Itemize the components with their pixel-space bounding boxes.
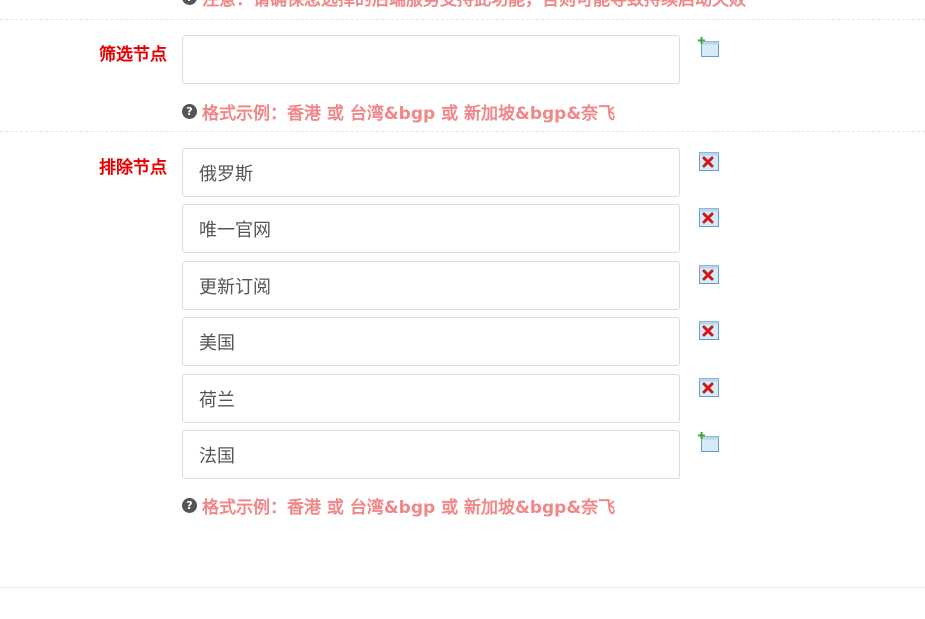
exclude-node-input[interactable] xyxy=(182,374,680,423)
remove-icon[interactable] xyxy=(698,320,720,341)
question-circle-icon: ? xyxy=(182,0,197,5)
remove-icon[interactable] xyxy=(698,207,720,228)
exclude-node-input[interactable] xyxy=(182,430,680,479)
top-note: ? 注意：请确保您选择的后端服务支持此功能，否则可能导致持续启动失败 xyxy=(182,0,925,8)
exclude-nodes-label: 排除节点 xyxy=(99,158,167,178)
question-circle-icon: ? xyxy=(182,498,197,513)
exclude-node-input[interactable] xyxy=(182,148,680,197)
filter-nodes-label: 筛选节点 xyxy=(99,45,167,65)
top-note-text: 注意：请确保您选择的后端服务支持此功能，否则可能导致持续启动失败 xyxy=(202,0,746,8)
filter-nodes-hint-text: 格式示例：香港 或 台湾&bgp 或 新加坡&bgp&奈飞 xyxy=(202,104,616,124)
add-icon[interactable] xyxy=(698,432,720,453)
remove-icon[interactable] xyxy=(698,151,720,172)
exclude-node-input[interactable] xyxy=(182,261,680,310)
divider xyxy=(0,131,925,132)
filter-nodes-hint: ? 格式示例：香港 或 台湾&bgp 或 新加坡&bgp&奈飞 xyxy=(182,99,615,124)
remove-icon[interactable] xyxy=(698,377,720,398)
add-icon[interactable] xyxy=(698,37,720,58)
filter-nodes-input[interactable] xyxy=(182,35,680,84)
exclude-nodes-hint: ? 格式示例：香港 或 台湾&bgp 或 新加坡&bgp&奈飞 xyxy=(182,493,615,518)
question-circle-icon: ? xyxy=(182,104,197,119)
divider xyxy=(0,19,925,20)
divider xyxy=(0,587,925,588)
exclude-node-input[interactable] xyxy=(182,204,680,253)
settings-form: ? 注意：请确保您选择的后端服务支持此功能，否则可能导致持续启动失败 筛选节点 … xyxy=(0,0,925,619)
remove-icon[interactable] xyxy=(698,264,720,285)
exclude-node-input[interactable] xyxy=(182,317,680,366)
exclude-nodes-hint-text: 格式示例：香港 或 台湾&bgp 或 新加坡&bgp&奈飞 xyxy=(202,498,616,518)
